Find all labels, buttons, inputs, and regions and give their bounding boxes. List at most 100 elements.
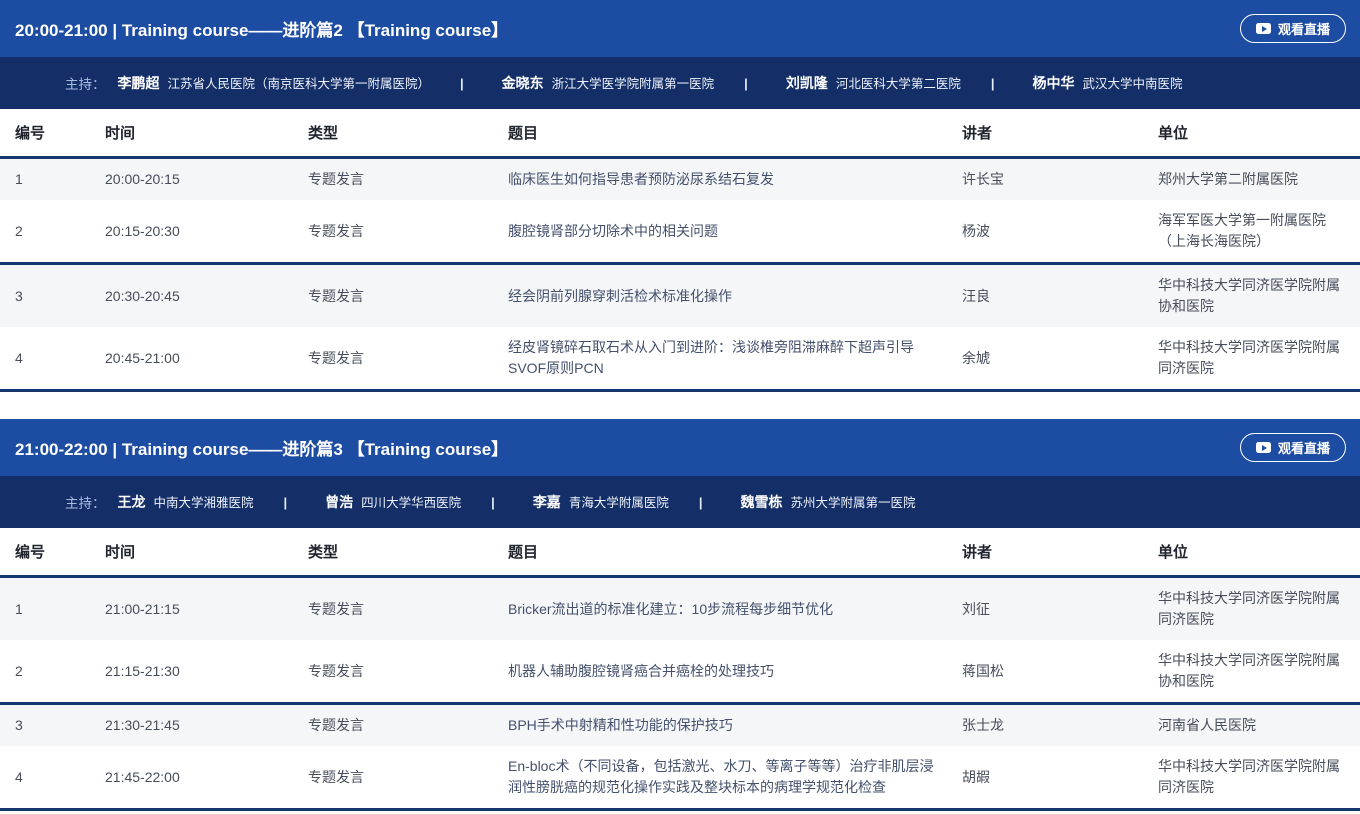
cell-speaker: 余虓 bbox=[962, 348, 1158, 369]
moderator-org: 青海大学附属医院 bbox=[569, 492, 669, 511]
moderator-name: 杨中华 bbox=[1032, 73, 1074, 93]
cell-time: 21:15-21:30 bbox=[105, 661, 308, 682]
cell-title: Bricker流出道的标准化建立：10步流程每步细节优化 bbox=[508, 599, 962, 620]
column-header-speaker: 讲者 bbox=[962, 541, 1158, 562]
cell-title: 经皮肾镜碎石取石术从入门到进阶：浅谈椎旁阻滞麻醉下超声引导SVOF原则PCN bbox=[508, 337, 962, 379]
moderator: 金晓东 浙江大学医学院附属第一医院 bbox=[490, 73, 715, 93]
table-header: 编号 时间 类型 题目 讲者 单位 bbox=[0, 109, 1360, 159]
cell-time: 20:45-21:00 bbox=[105, 348, 308, 369]
separator: | bbox=[491, 495, 495, 510]
moderator-org: 苏州大学附属第一医院 bbox=[790, 492, 915, 511]
moderator-org: 江苏省人民医院（南京医科大学第一附属医院） bbox=[168, 73, 431, 92]
play-icon bbox=[1256, 442, 1271, 453]
cell-speaker: 刘征 bbox=[962, 599, 1158, 620]
moderator-org: 中南大学湘雅医院 bbox=[154, 492, 254, 511]
cell-speaker: 蒋国松 bbox=[962, 661, 1158, 682]
cell-title: 临床医生如何指导患者预防泌尿系结石复发 bbox=[508, 169, 962, 190]
column-header-no: 编号 bbox=[15, 122, 105, 143]
cell-org: 华中科技大学同济医学院附属同济医院 bbox=[1158, 588, 1360, 630]
separator: | bbox=[284, 495, 288, 510]
watch-live-button[interactable]: 观看直播 bbox=[1240, 14, 1346, 43]
cell-time: 21:45-22:00 bbox=[105, 767, 308, 788]
column-header-title: 题目 bbox=[508, 122, 962, 143]
moderator-org: 浙江大学医学院附属第一医院 bbox=[552, 73, 715, 92]
moderator: 刘凯隆 河北医科大学第二医院 bbox=[774, 73, 961, 93]
table-row: 3 21:30-21:45 专题发言 BPH手术中射精和性功能的保护技巧 张士龙… bbox=[0, 705, 1360, 746]
moderator: 杨中华 武汉大学中南医院 bbox=[1020, 73, 1182, 93]
cell-no: 2 bbox=[15, 221, 105, 242]
moderator-name: 刘凯隆 bbox=[786, 73, 828, 93]
separator: | bbox=[460, 76, 464, 91]
moderator-name: 王龙 bbox=[118, 492, 146, 512]
separator: | bbox=[744, 76, 748, 91]
column-header-time: 时间 bbox=[105, 122, 308, 143]
table-row: 4 20:45-21:00 专题发言 经皮肾镜碎石取石术从入门到进阶：浅谈椎旁阻… bbox=[0, 327, 1360, 389]
table-row: 3 20:30-20:45 专题发言 经会阴前列腺穿刺活检术标准化操作 汪良 华… bbox=[0, 265, 1360, 327]
cell-type: 专题发言 bbox=[308, 286, 508, 307]
table-header: 编号 时间 类型 题目 讲者 单位 bbox=[0, 528, 1360, 578]
cell-type: 专题发言 bbox=[308, 715, 508, 736]
moderator-label: 主持： bbox=[65, 73, 106, 93]
cell-time: 21:00-21:15 bbox=[105, 599, 308, 620]
cell-org: 郑州大学第二附属医院 bbox=[1158, 169, 1360, 190]
cell-time: 20:15-20:30 bbox=[105, 221, 308, 242]
session-title: 21:00-22:00 | Training course——进阶篇3 【Tra… bbox=[15, 435, 508, 460]
cell-no: 2 bbox=[15, 661, 105, 682]
table-row: 4 21:45-22:00 专题发言 En-bloc术（不同设备，包括激光、水刀… bbox=[0, 746, 1360, 808]
session-header: 21:00-22:00 | Training course——进阶篇3 【Tra… bbox=[0, 419, 1360, 476]
cell-speaker: 许长宝 bbox=[962, 169, 1158, 190]
watch-live-button[interactable]: 观看直播 bbox=[1240, 433, 1346, 462]
cell-title: 腹腔镜肾部分切除术中的相关问题 bbox=[508, 221, 962, 242]
session-header: 20:00-21:00 | Training course——进阶篇2 【Tra… bbox=[0, 0, 1360, 57]
cell-org: 河南省人民医院 bbox=[1158, 715, 1360, 736]
session-section-2: 21:00-22:00 | Training course——进阶篇3 【Tra… bbox=[0, 419, 1360, 811]
play-icon bbox=[1256, 23, 1271, 34]
moderator: 曾浩 四川大学华西医院 bbox=[313, 492, 461, 512]
watch-live-label: 观看直播 bbox=[1278, 438, 1330, 457]
moderator-name: 李嘉 bbox=[533, 492, 561, 512]
cell-title: BPH手术中射精和性功能的保护技巧 bbox=[508, 715, 962, 736]
moderator: 李嘉 青海大学附属医院 bbox=[521, 492, 669, 512]
moderator: 魏雪栋 苏州大学附属第一医院 bbox=[728, 492, 915, 512]
moderator-org: 河北医科大学第二医院 bbox=[836, 73, 961, 92]
cell-no: 3 bbox=[15, 286, 105, 307]
schedule-table: 1 21:00-21:15 专题发言 Bricker流出道的标准化建立：10步流… bbox=[0, 578, 1360, 811]
moderators-bar: 主持： 王龙 中南大学湘雅医院 | 曾浩 四川大学华西医院 | 李嘉 青海大学附… bbox=[0, 476, 1360, 528]
column-header-speaker: 讲者 bbox=[962, 122, 1158, 143]
cell-no: 3 bbox=[15, 715, 105, 736]
column-header-time: 时间 bbox=[105, 541, 308, 562]
cell-org: 华中科技大学同济医学院附属同济医院 bbox=[1158, 337, 1360, 379]
watch-live-label: 观看直播 bbox=[1278, 19, 1330, 38]
session-section-1: 20:00-21:00 | Training course——进阶篇2 【Tra… bbox=[0, 0, 1360, 392]
separator: | bbox=[991, 76, 995, 91]
column-header-type: 类型 bbox=[308, 122, 508, 143]
cell-title: 机器人辅助腹腔镜肾癌合并癌栓的处理技巧 bbox=[508, 661, 962, 682]
cell-no: 1 bbox=[15, 169, 105, 190]
cell-type: 专题发言 bbox=[308, 767, 508, 788]
cell-no: 4 bbox=[15, 767, 105, 788]
moderators-bar: 主持： 李鹏超 江苏省人民医院（南京医科大学第一附属医院） | 金晓东 浙江大学… bbox=[0, 57, 1360, 109]
column-header-org: 单位 bbox=[1158, 541, 1360, 562]
table-row: 2 20:15-20:30 专题发言 腹腔镜肾部分切除术中的相关问题 杨波 海军… bbox=[0, 200, 1360, 265]
cell-type: 专题发言 bbox=[308, 661, 508, 682]
cell-time: 21:30-21:45 bbox=[105, 715, 308, 736]
moderator-org: 武汉大学中南医院 bbox=[1082, 73, 1182, 92]
column-header-type: 类型 bbox=[308, 541, 508, 562]
cell-title: En-bloc术（不同设备，包括激光、水刀、等离子等等）治疗非肌层浸润性膀胱癌的… bbox=[508, 756, 962, 798]
cell-no: 1 bbox=[15, 599, 105, 620]
session-title: 20:00-21:00 | Training course——进阶篇2 【Tra… bbox=[15, 16, 508, 41]
moderator-name: 魏雪栋 bbox=[740, 492, 782, 512]
table-row: 1 21:00-21:15 专题发言 Bricker流出道的标准化建立：10步流… bbox=[0, 578, 1360, 640]
cell-time: 20:00-20:15 bbox=[105, 169, 308, 190]
cell-type: 专题发言 bbox=[308, 599, 508, 620]
cell-no: 4 bbox=[15, 348, 105, 369]
cell-org: 海军军医大学第一附属医院（上海长海医院） bbox=[1158, 210, 1360, 252]
schedule-table: 1 20:00-20:15 专题发言 临床医生如何指导患者预防泌尿系结石复发 许… bbox=[0, 159, 1360, 392]
separator: | bbox=[699, 495, 703, 510]
column-header-no: 编号 bbox=[15, 541, 105, 562]
cell-type: 专题发言 bbox=[308, 221, 508, 242]
cell-org: 华中科技大学同济医学院附属协和医院 bbox=[1158, 275, 1360, 317]
moderator-label: 主持： bbox=[65, 492, 106, 512]
moderator-name: 金晓东 bbox=[502, 73, 544, 93]
moderator: 李鹏超 江苏省人民医院（南京医科大学第一附属医院） bbox=[106, 73, 431, 93]
